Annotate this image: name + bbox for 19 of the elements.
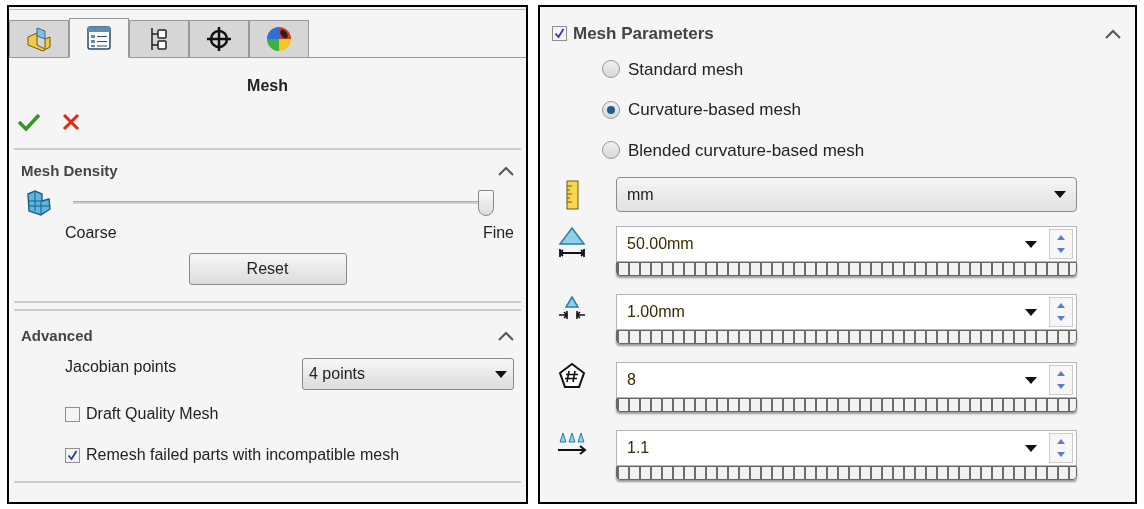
min-label: Coarse bbox=[65, 222, 117, 243]
panel-title: Mesh bbox=[246, 76, 289, 96]
radio-label: Blended curvature-based mesh bbox=[628, 139, 865, 162]
jacobian-dropdown[interactable]: 4 points bbox=[302, 358, 514, 390]
radio-label: Curvature-based mesh bbox=[628, 99, 801, 121]
radio-label: Standard mesh bbox=[628, 58, 744, 81]
section-heading: Advanced bbox=[21, 325, 93, 346]
value-field[interactable]: 1.1 bbox=[616, 430, 1077, 466]
reset-button[interactable]: Reset bbox=[188, 252, 347, 285]
max-label: Fine bbox=[482, 222, 514, 243]
section-heading: Mesh Parameters bbox=[573, 23, 714, 45]
checkbox-label: Draft Quality Mesh bbox=[86, 404, 219, 424]
section-heading: Mesh Density bbox=[21, 161, 118, 181]
checkbox-label: Remesh failed parts with incompatible mesh bbox=[86, 445, 400, 465]
value-field[interactable]: 1.00mm bbox=[616, 294, 1077, 330]
units-dropdown[interactable]: mm bbox=[616, 177, 1077, 212]
value-field[interactable]: 50.00mm bbox=[616, 226, 1077, 262]
value-field[interactable]: 8 bbox=[616, 362, 1077, 398]
jacobian-label: Jacobian points bbox=[65, 357, 177, 377]
